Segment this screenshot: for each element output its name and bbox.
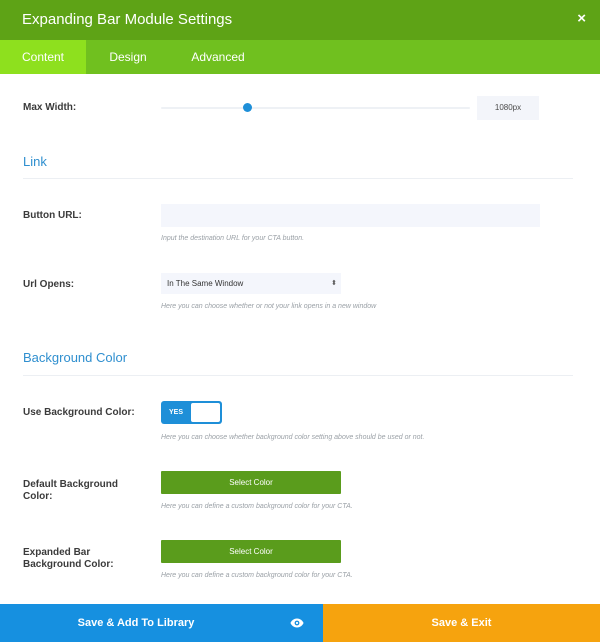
use-bg-color-label: Use Background Color: bbox=[23, 407, 135, 418]
default-bg-select-color-button[interactable]: Select Color bbox=[161, 471, 341, 494]
tab-advanced[interactable]: Advanced bbox=[170, 40, 266, 74]
url-opens-select[interactable]: In The Same Window ⬍ bbox=[161, 273, 341, 294]
button-url-description: Input the destination URL for your CTA b… bbox=[161, 235, 305, 242]
url-opens-selected-value: In The Same Window bbox=[167, 279, 244, 288]
use-bg-color-toggle[interactable]: YES bbox=[161, 401, 222, 424]
button-url-label: Button URL: bbox=[23, 210, 82, 221]
background-section-title: Background Color bbox=[23, 350, 128, 365]
tab-bar: Content Design Advanced bbox=[0, 40, 600, 74]
expanded-bg-color-description: Here you can define a custom background … bbox=[161, 572, 353, 579]
default-bg-color-label: Default Background Color: bbox=[23, 479, 118, 503]
expanded-bg-color-label-line1: Expanded Bar bbox=[23, 547, 91, 558]
save-exit-button[interactable]: Save & Exit bbox=[323, 604, 600, 642]
url-opens-label: Url Opens: bbox=[23, 279, 75, 290]
toggle-knob bbox=[191, 403, 220, 422]
section-divider bbox=[23, 178, 573, 179]
button-url-input[interactable] bbox=[161, 204, 540, 227]
tab-content[interactable]: Content bbox=[0, 40, 86, 74]
tab-design[interactable]: Design bbox=[86, 40, 170, 74]
eye-icon[interactable] bbox=[290, 617, 304, 629]
expanded-bg-color-label: Expanded Bar Background Color: bbox=[23, 547, 114, 571]
close-icon[interactable]: × bbox=[577, 10, 586, 28]
default-bg-color-description: Here you can define a custom background … bbox=[161, 503, 353, 510]
settings-content: Max Width: 1080px Link Button URL: Input… bbox=[0, 74, 600, 604]
expanded-bg-select-color-button[interactable]: Select Color bbox=[161, 540, 341, 563]
url-opens-description: Here you can choose whether or not your … bbox=[161, 303, 377, 310]
modal-header: Expanding Bar Module Settings × bbox=[0, 0, 600, 40]
toggle-yes-label: YES bbox=[169, 409, 184, 416]
default-bg-color-label-line1: Default Background bbox=[23, 479, 119, 490]
section-divider bbox=[23, 375, 573, 376]
max-width-slider-handle[interactable] bbox=[243, 103, 253, 112]
default-bg-color-label-line2: Color: bbox=[23, 491, 53, 502]
expanded-bg-color-label-line2: Background Color: bbox=[23, 559, 114, 570]
max-width-value-input[interactable]: 1080px bbox=[477, 96, 539, 120]
use-bg-color-description: Here you can choose whether background c… bbox=[161, 434, 425, 441]
save-add-to-library-label: Save & Add To Library bbox=[77, 617, 195, 629]
link-section-title: Link bbox=[23, 154, 47, 169]
modal-title: Expanding Bar Module Settings bbox=[22, 11, 233, 28]
max-width-label: Max Width: bbox=[23, 102, 77, 113]
save-add-to-library-button[interactable]: Save & Add To Library bbox=[0, 604, 323, 642]
max-width-slider-track[interactable] bbox=[161, 107, 470, 109]
select-arrows-icon: ⬍ bbox=[331, 280, 337, 287]
